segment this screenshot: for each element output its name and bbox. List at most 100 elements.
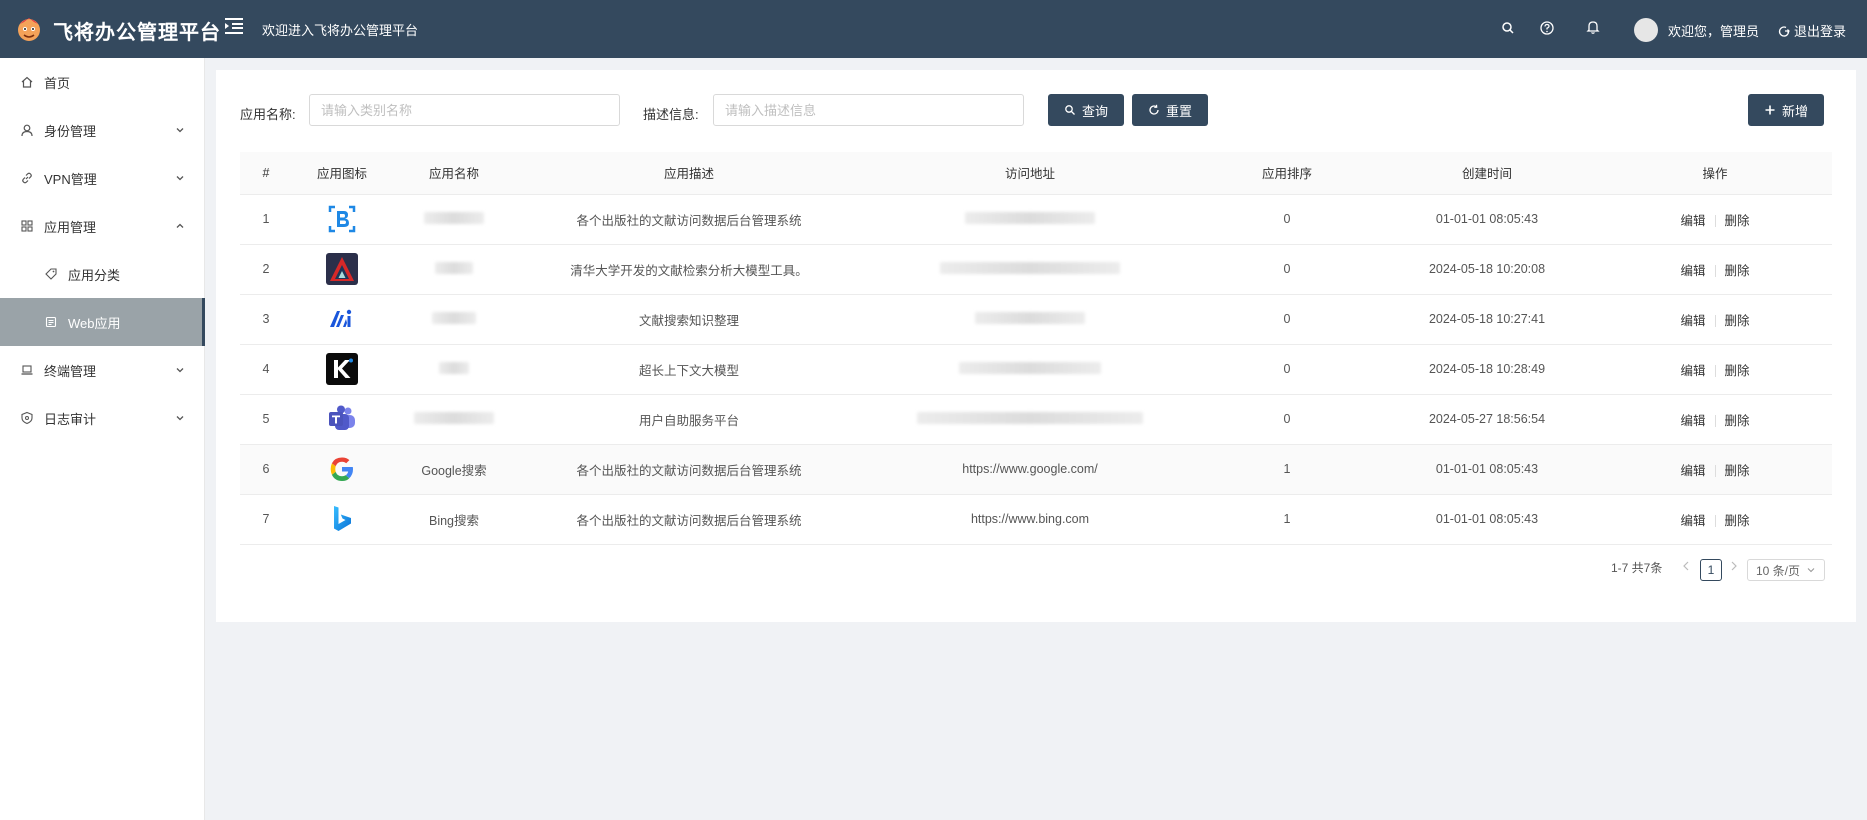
prev-page-icon[interactable] [1678,558,1694,574]
query-button[interactable]: 查询 [1048,94,1124,126]
link-icon [22,172,32,184]
help-icon[interactable] [1539,20,1555,36]
edit-button[interactable]: 编辑 [1680,264,1705,278]
edit-button[interactable]: 编辑 [1680,214,1705,228]
logout-button[interactable]: 退出登录 [1778,21,1846,40]
row-index: 1 [240,194,292,245]
chevron-up-icon [176,223,184,228]
row-index: 7 [240,494,292,545]
logout-label: 退出登录 [1794,24,1847,39]
sidebar-item-label: 日志审计 [44,411,97,427]
notification-bell-icon[interactable] [1585,19,1601,35]
table-row: 4 超长上下文大模型 0 2024-05-18 10:28:49 编辑 删除 [240,344,1832,395]
sidebar-item-terminal[interactable]: 终端管理 [0,346,205,394]
row-index: 5 [240,394,292,445]
created-time-cell: 2024-05-18 10:27:41 [1376,294,1598,345]
app-order-cell: 0 [1198,244,1376,295]
app-name-cell [392,194,516,245]
app-desc-cell: 文献搜索知识整理 [516,294,862,345]
avatar[interactable] [1634,18,1658,42]
actions-cell: 编辑 删除 [1598,394,1832,445]
app-icon-cell [292,244,392,295]
web-icon [45,316,57,328]
edit-button[interactable]: 编辑 [1680,364,1705,378]
app-order-cell: 0 [1198,294,1376,345]
desc-input[interactable] [713,94,1024,126]
edit-button[interactable]: 编辑 [1680,464,1705,478]
table-row: 5 用户自助服务平台 0 2024-05-27 18:56:54 编辑 删除 [240,394,1832,445]
next-page-icon[interactable] [1726,558,1742,574]
delete-button[interactable]: 删除 [1725,514,1750,528]
sidebar: 首页 身份管理 VPN管理 应用管理 应用分类 Web应用 终端管理 日志审计 [0,58,205,820]
redacted-name [424,211,484,224]
logout-icon [1778,25,1790,37]
divider [1714,265,1716,278]
row-index: 2 [240,244,292,295]
chevron-down-icon [176,368,184,373]
add-button[interactable]: 新增 [1748,94,1824,126]
created-time-cell: 01-01-01 08:05:43 [1376,194,1598,245]
grid-icon [21,220,33,232]
sidebar-item-web-app[interactable]: Web应用 [0,298,205,346]
table-row: 3 文献搜索知识整理 0 2024-05-18 10:27:41 编辑 删除 [240,294,1832,345]
reset-button[interactable]: 重置 [1132,94,1208,126]
sidebar-item-label: 终端管理 [44,363,97,379]
search-icon[interactable] [1500,20,1516,36]
b-icon [328,205,356,233]
sidebar-item-identity[interactable]: 身份管理 [0,106,205,154]
redacted-name [435,261,473,274]
chevron-down-icon [176,128,184,133]
delete-button[interactable]: 删除 [1725,464,1750,478]
app-icon-cell [292,344,392,395]
created-time-cell: 2024-05-18 10:28:49 [1376,344,1598,395]
page-size-select[interactable]: 10 条/页 [1747,559,1825,581]
divider [1714,315,1716,328]
redacted-url [959,361,1101,374]
delete-button[interactable]: 删除 [1725,364,1750,378]
sidebar-item-log-audit[interactable]: 日志审计 [0,394,205,442]
app-desc-cell: 各个出版社的文献访问数据后台管理系统 [516,494,862,545]
app-desc-cell: 用户自助服务平台 [516,394,862,445]
bing-icon [334,506,351,531]
col-header-actions: 操作 [1598,152,1832,195]
page-size-label: 10 条/页 [1756,563,1801,578]
app-icon-cell [292,194,392,245]
app-url-cell [862,194,1198,245]
row-index: 3 [240,294,292,345]
col-header-url: 访问地址 [862,152,1198,195]
delete-button[interactable]: 删除 [1725,314,1750,328]
edit-button[interactable]: 编辑 [1680,414,1705,428]
app-order-cell: 1 [1198,444,1376,495]
sidebar-item-vpn[interactable]: VPN管理 [0,154,205,202]
menu-collapse-icon[interactable] [222,14,246,38]
app-name-cell [392,294,516,345]
page-1-button[interactable]: 1 [1700,559,1722,581]
sidebar-item-app-management[interactable]: 应用管理 [0,202,205,250]
delete-button[interactable]: 删除 [1725,264,1750,278]
col-header-created: 创建时间 [1376,152,1598,195]
welcome-text: 欢迎进入飞将办公管理平台 [262,23,419,38]
sidebar-item-app-category[interactable]: 应用分类 [0,250,205,298]
app-order-cell: 0 [1198,394,1376,445]
apps-table: # 应用图标 应用名称 应用描述 访问地址 应用排序 创建时间 操作 1 各个出… [240,152,1832,545]
app-title: 飞将办公管理平台 [53,22,221,44]
sidebar-item-label: 应用分类 [68,267,121,283]
sidebar-item-label: 应用管理 [44,219,97,235]
redacted-url [940,261,1120,274]
app-name-input[interactable] [309,94,620,126]
app-name-cell [392,244,516,295]
row-index: 6 [240,444,292,495]
app-desc-cell: 超长上下文大模型 [516,344,862,395]
edit-button[interactable]: 编辑 [1680,314,1705,328]
chevron-down-icon [176,176,184,181]
sidebar-item-label: 身份管理 [44,123,97,139]
created-time-cell: 2024-05-27 18:56:54 [1376,394,1598,445]
actions-cell: 编辑 删除 [1598,444,1832,495]
app-url-cell: https://www.bing.com [862,494,1198,545]
triangle-app-icon [326,253,358,285]
sidebar-item-home[interactable]: 首页 [0,58,205,106]
delete-button[interactable]: 删除 [1725,414,1750,428]
edit-button[interactable]: 编辑 [1680,514,1705,528]
app-order-cell: 1 [1198,494,1376,545]
delete-button[interactable]: 删除 [1725,214,1750,228]
